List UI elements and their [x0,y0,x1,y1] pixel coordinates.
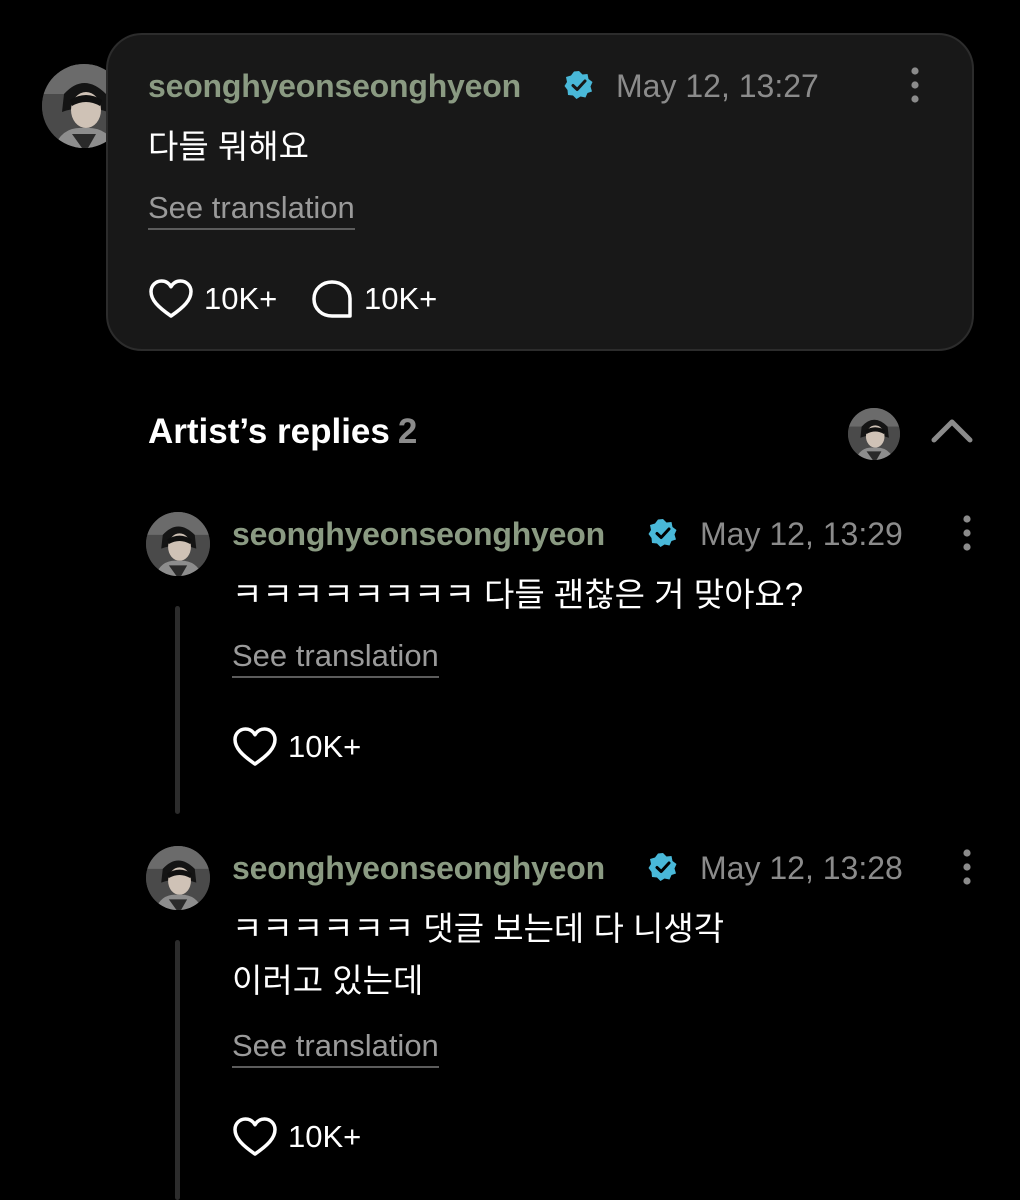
more-vertical-icon[interactable] [960,848,974,886]
see-translation-link[interactable]: See translation [232,638,439,678]
like-count: 10K+ [288,729,362,764]
heart-icon [149,279,193,318]
reply-avatar[interactable] [146,512,210,576]
like-button[interactable]: 10K+ [232,1116,361,1158]
see-translation-link[interactable]: See translation [232,1028,439,1068]
artist-replies-label: Artist’s replies [148,412,390,451]
see-translation-link[interactable]: See translation [148,190,355,230]
heart-icon [233,1117,277,1156]
comment-bubble-icon [312,280,352,318]
artist-replies-title: Artist’s replies 2 [148,412,417,452]
reply-timestamp: May 12, 13:28 [700,850,903,886]
like-count: 10K+ [288,1119,362,1154]
comment-count: 10K+ [364,281,438,316]
verified-badge-icon [648,519,677,547]
reply-timestamp: May 12, 13:29 [700,516,903,552]
post-timestamp: May 12, 13:27 [616,68,819,104]
thread-line [175,606,180,814]
verified-badge-icon [564,71,593,99]
like-button[interactable]: 10K+ [232,726,361,768]
comment-button[interactable]: 10K+ [310,278,437,320]
reply-text-line-2: 이러고 있는데 [232,962,424,999]
artist-replies-count: 2 [397,412,418,451]
like-count: 10K+ [204,281,278,316]
replies-artist-avatar[interactable] [848,408,900,460]
thread-line [175,940,180,1200]
reply-text-line-1: ㅋㅋㅋㅋㅋㅋ 댓글 보는데 다 니생각 [232,910,725,947]
heart-icon [233,727,277,766]
more-vertical-icon[interactable] [908,66,922,104]
chevron-up-icon[interactable] [930,414,974,448]
post-text: 다들 뭐해요 [148,128,309,165]
more-vertical-icon[interactable] [960,514,974,552]
reply-text: ㅋㅋㅋㅋㅋㅋㅋㅋ 다들 괜찮은 거 맞아요? [232,576,804,613]
like-button[interactable]: 10K+ [148,278,277,320]
post-username[interactable]: seonghyeonseonghyeon [148,68,521,105]
reply-username[interactable]: seonghyeonseonghyeon [232,850,605,887]
reply-avatar[interactable] [146,846,210,910]
reply-username[interactable]: seonghyeonseonghyeon [232,516,605,553]
verified-badge-icon [648,853,677,881]
